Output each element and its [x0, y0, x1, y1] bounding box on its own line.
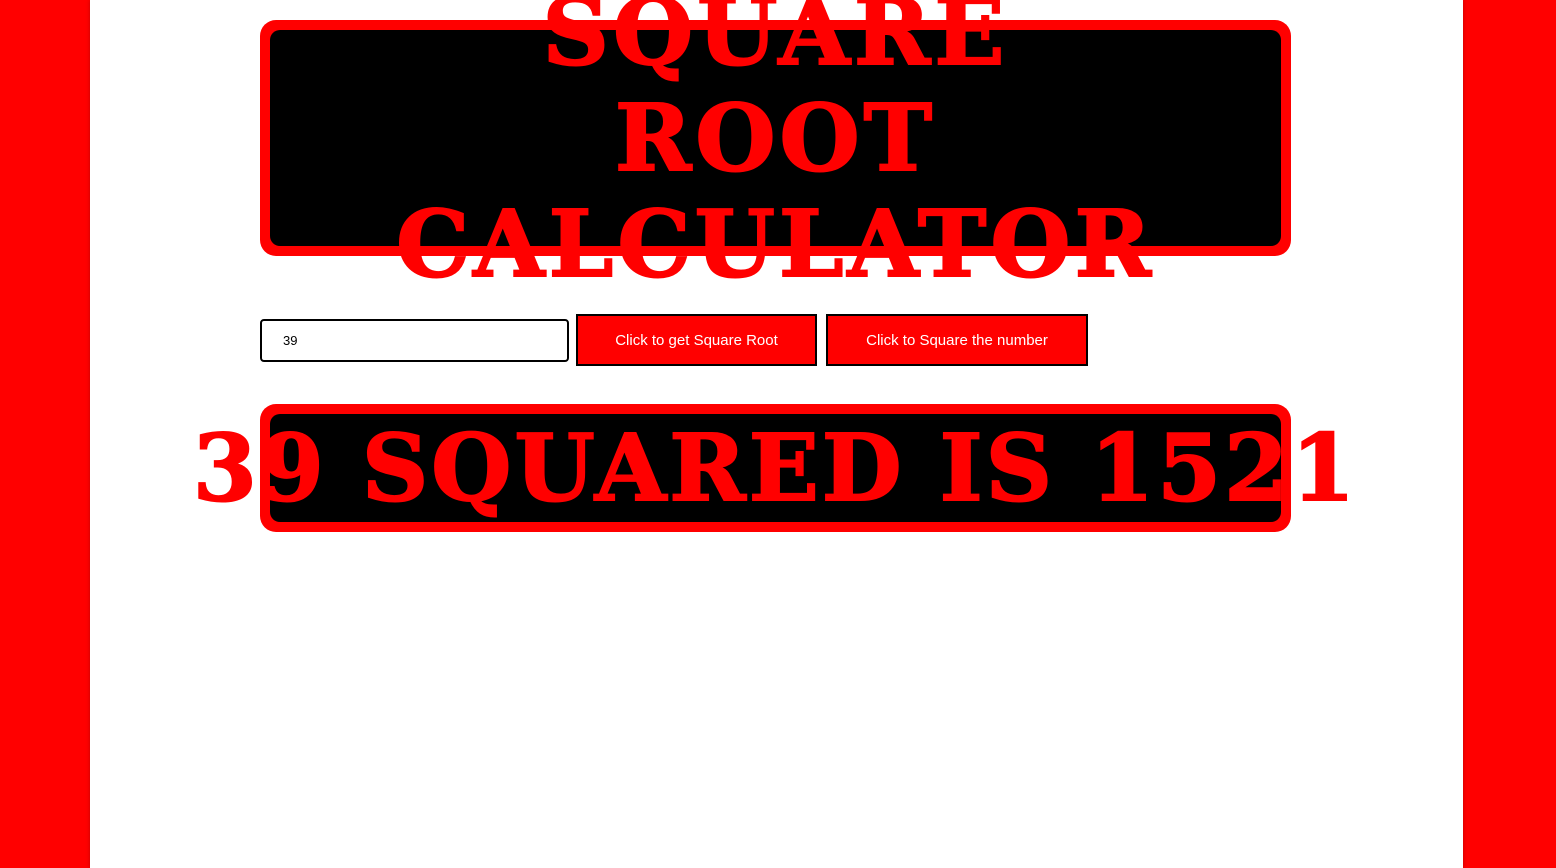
number-input[interactable]	[260, 319, 569, 362]
square-root-button[interactable]: Click to get Square Root	[576, 314, 817, 366]
page-panel: Square Root Calculator Click to get Squa…	[90, 0, 1463, 868]
result-text: 39 squared is 1521	[192, 414, 1359, 522]
title-banner-inner: Square Root Calculator	[270, 0, 1281, 298]
title-banner: Square Root Calculator	[260, 0, 1291, 298]
page-title: Square Root Calculator	[395, 0, 1155, 298]
result-banner: 39 squared is 1521	[192, 404, 1356, 532]
square-number-button[interactable]: Click to Square the number	[826, 314, 1088, 366]
result-banner-inner: 39 squared is 1521	[192, 414, 1356, 522]
